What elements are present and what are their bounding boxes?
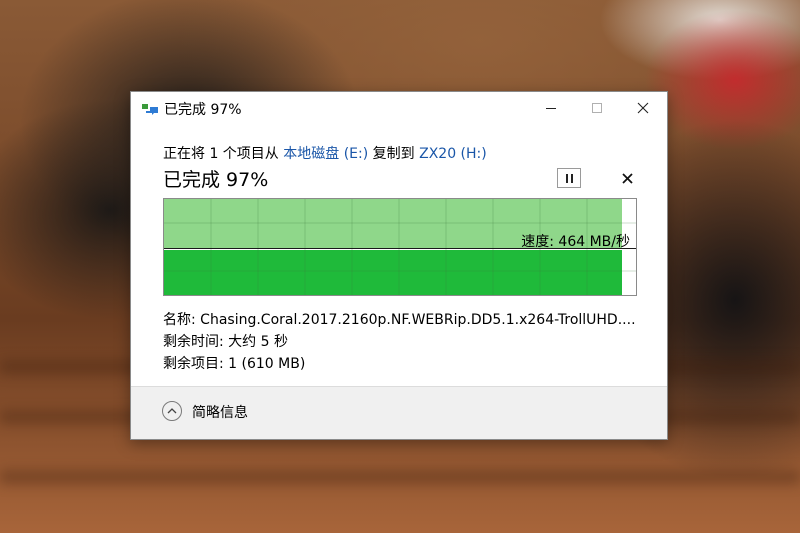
minimize-button[interactable] xyxy=(528,92,574,124)
progress-heading: 已完成 97% xyxy=(163,169,269,191)
copy-description: 正在将 1 个项目从 本地磁盘 (E:) 复制到 ZX20 (H:) xyxy=(163,143,487,163)
title-bar: 已完成 97% xyxy=(131,92,667,124)
cancel-icon xyxy=(621,172,633,184)
speed-label: 速度: 464 MB/秒 xyxy=(521,234,630,250)
destination-drive-link[interactable]: ZX20 (H:) xyxy=(419,146,487,162)
time-remaining: 剩余时间: 大约 5 秒 xyxy=(163,334,288,350)
items-remaining: 剩余项目: 1 (610 MB) xyxy=(163,356,306,372)
source-drive-link[interactable]: 本地磁盘 (E:) xyxy=(283,146,368,162)
close-icon xyxy=(637,102,649,114)
pause-icon xyxy=(565,173,568,183)
copy-middle: 复制到 xyxy=(368,146,420,162)
background-wood xyxy=(0,470,800,484)
window-title: 已完成 97% xyxy=(164,102,242,118)
chevron-up-icon[interactable] xyxy=(162,401,182,421)
speed-graph: 速度: 464 MB/秒 xyxy=(163,198,637,296)
pause-button[interactable] xyxy=(557,168,581,188)
minimize-icon xyxy=(546,108,556,109)
maximize-icon xyxy=(592,103,602,113)
maximize-button[interactable] xyxy=(574,92,620,124)
copy-icon xyxy=(142,104,158,115)
less-details-button[interactable]: 简略信息 xyxy=(192,402,248,422)
cancel-button[interactable] xyxy=(615,168,639,188)
copy-prefix: 正在将 1 个项目从 xyxy=(163,146,284,162)
dialog-footer: 简略信息 xyxy=(131,386,667,439)
file-name: 名称: Chasing.Coral.2017.2160p.NF.WEBRip.D… xyxy=(163,312,636,328)
close-button[interactable] xyxy=(620,92,666,124)
file-copy-dialog: 已完成 97% 正在将 1 个项目从 本地磁盘 (E:) 复制到 ZX20 (H… xyxy=(130,91,668,440)
